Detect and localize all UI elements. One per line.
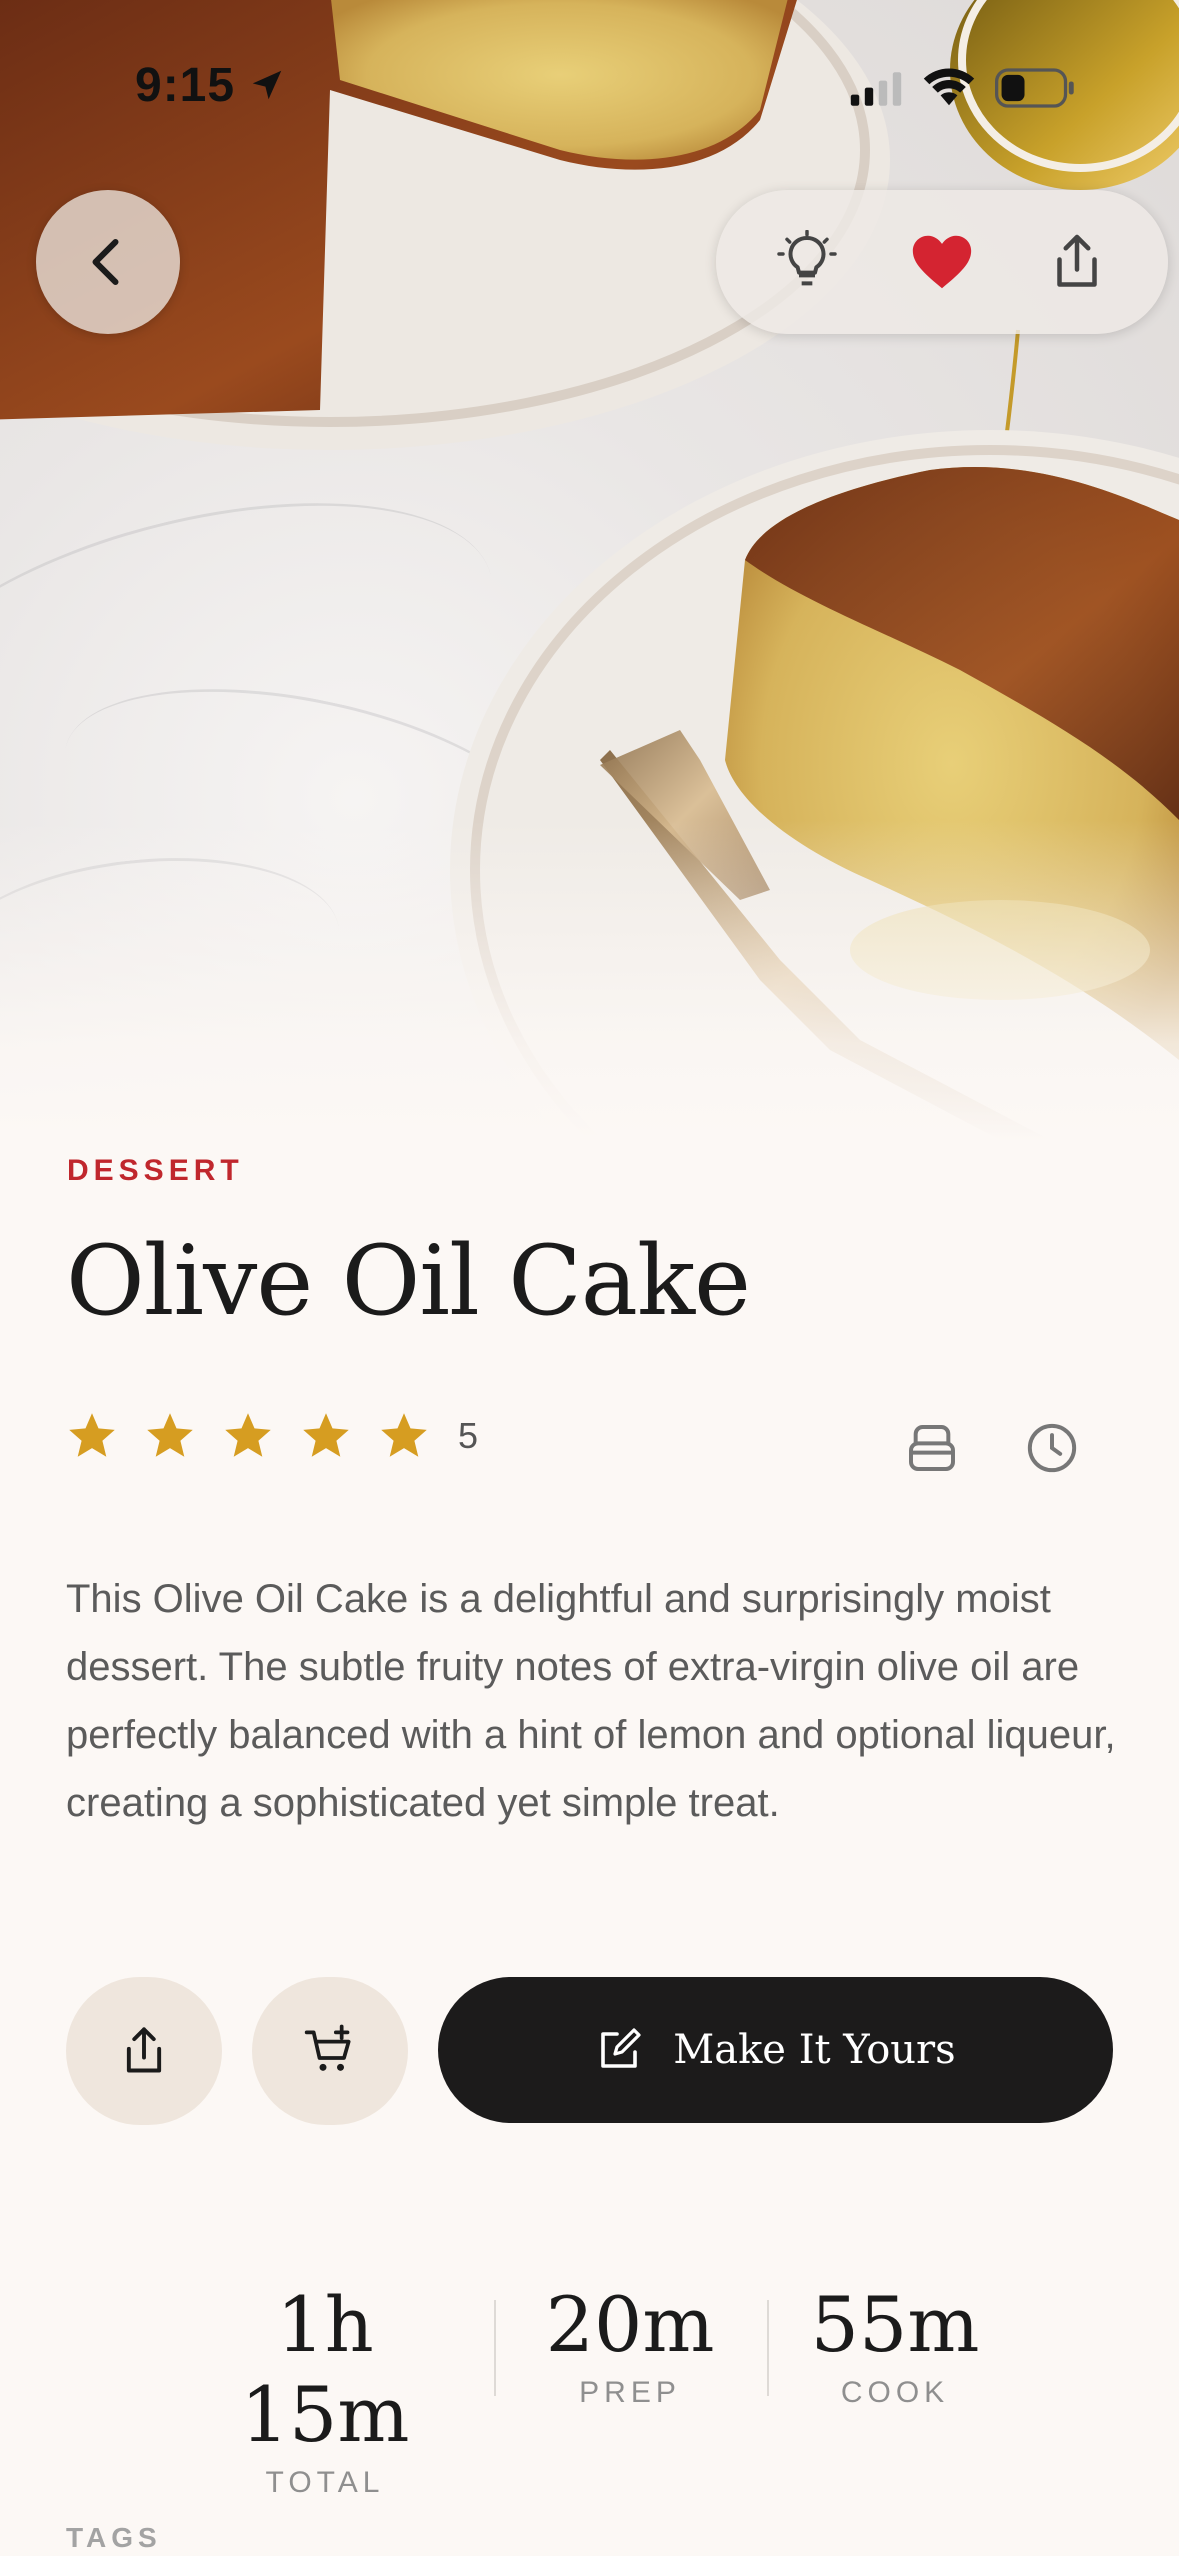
share-button[interactable] [66,1977,222,2125]
rating[interactable]: 5 [66,1410,478,1462]
prep-time-value: 20m [545,2280,715,2369]
total-time-label: TOTAL [265,2466,385,2499]
cook-time-value: 55m [810,2280,980,2369]
heart-icon [912,235,972,289]
make-it-yours-label: Make It Yours [673,2027,956,2073]
cake-photo [0,0,1179,1140]
total-time-value: 1h 15m [240,2280,410,2459]
hero-actions [716,190,1168,334]
favorite-button[interactable] [902,222,982,302]
stat-total: 1h 15m TOTAL [200,2280,450,2500]
cook-time-label: COOK [840,2376,950,2409]
share-icon [1056,234,1097,287]
lightbulb-icon [777,230,838,286]
recipe-description: This Olive Oil Cake is a delightful and … [66,1577,1116,1825]
food-container-icon[interactable] [904,1420,960,1476]
status-time: 9:15 [135,59,236,112]
wifi-icon [923,68,975,106]
clock-icon[interactable] [1024,1420,1080,1476]
add-to-cart-icon [304,2024,351,2071]
star-icon [381,1413,427,1457]
recipe-category: DESSERT [67,1154,244,1187]
stat-divider [767,2300,769,2396]
rating-count: 5 [458,1415,479,1456]
stat-divider [494,2300,496,2396]
prep-time-label: PREP [579,2376,681,2409]
stat-prep: 20m PREP [540,2280,720,2410]
tags-heading: TAGS [66,2522,162,2553]
cellular-signal-icon [850,72,902,106]
edit-icon [601,2028,641,2068]
tips-button[interactable] [767,222,847,302]
star-icon [69,1413,115,1457]
share-top-button[interactable] [1037,222,1117,302]
add-to-cart-button[interactable] [252,1977,408,2125]
hero-image [0,0,1179,1140]
recipe-title: Olive Oil Cake [66,1225,751,1337]
location-arrow-icon [252,70,282,100]
status-bar: 9:15 [0,0,1179,170]
stat-cook: 55m COOK [805,2280,985,2410]
back-button[interactable] [36,190,180,334]
share-icon [126,2027,162,2073]
time-stats: 1h 15m TOTAL 20m PREP 55m COOK [0,2280,1179,2499]
star-icon [225,1413,271,1457]
chevron-left-icon [92,239,119,285]
make-it-yours-button[interactable]: Make It Yours [438,1977,1113,2123]
battery-icon [995,68,1074,108]
star-icon [303,1413,349,1457]
star-icon [147,1413,193,1457]
